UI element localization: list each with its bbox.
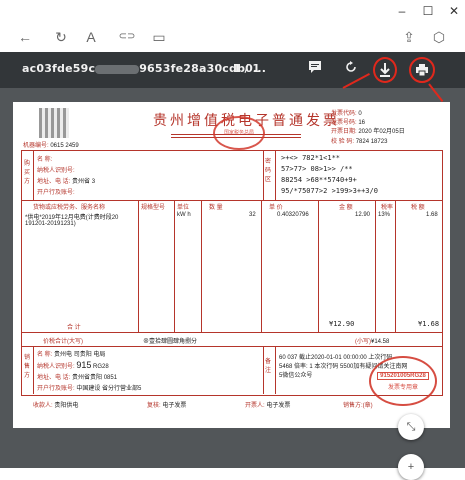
rule xyxy=(261,200,262,332)
cipher-line-3: 88254 >68**5740+9+ xyxy=(281,176,357,184)
rule xyxy=(318,200,319,332)
seller-address: 地址、电 话: 贵州省贵阳 0851 xyxy=(37,375,118,381)
col-unit-header: 单位 xyxy=(177,205,190,211)
cipher-label: 密码区 xyxy=(265,159,272,183)
redacted-file-part xyxy=(95,64,140,74)
seller-stamp: 915201005RG28 发票专用章 xyxy=(369,356,437,406)
col-price-header: 单 价 xyxy=(269,205,283,211)
rule xyxy=(174,200,175,332)
browser-toolbar: ← ↻ A ⊂⊃ ▭ ⇪ ⬡ xyxy=(0,22,465,52)
reviewer: 复核: 电子发票 xyxy=(147,403,187,409)
rule xyxy=(33,150,34,200)
minimize-button[interactable]: – xyxy=(392,2,412,20)
total-pages: 1 xyxy=(252,62,261,75)
rule xyxy=(21,200,442,201)
pdf-viewer: ac03fde59c 9653fe28a30cdb0... 1 / 1 贵州增值税… xyxy=(0,52,465,480)
rule xyxy=(275,346,276,394)
item-amount: 12.90 xyxy=(355,212,371,218)
back-icon[interactable]: ← xyxy=(16,28,34,46)
current-page[interactable]: 1 xyxy=(233,62,241,75)
page-indicator: 1 / 1 xyxy=(233,62,260,75)
total-amount: ¥12.90 xyxy=(329,320,355,328)
link-icon[interactable]: ⊂⊃ xyxy=(118,28,136,46)
print-icon[interactable] xyxy=(409,57,435,83)
col-item-header: 货物或应税劳务、服务名称 xyxy=(33,205,106,211)
total-label: 合 计 xyxy=(67,325,81,331)
extension-icon[interactable]: ⬡ xyxy=(430,28,448,46)
rotate-icon[interactable] xyxy=(341,59,361,79)
invoice-page: 贵州增值税电子普通发票 国家税务总局 机器编号: 0615 2459 发票代码:… xyxy=(13,102,450,428)
remark-line-1: 60 037 截止2020-01-01 00:00:00 上次行码 xyxy=(279,355,393,361)
zoom-in-button[interactable]: + xyxy=(398,454,424,480)
rule xyxy=(395,200,396,332)
comment-icon[interactable] xyxy=(305,59,325,79)
read-aloud-icon[interactable]: A xyxy=(82,28,100,46)
rule xyxy=(33,346,34,394)
buyer-tax-id: 纳税人识别号: xyxy=(37,168,75,174)
col-spec-header: 规格型号 xyxy=(141,205,166,211)
supervision-stamp: 国家税务总局 xyxy=(213,116,265,150)
page-separator: / xyxy=(244,62,249,75)
invoice-date: 开票日期: 2020 年02月05日 xyxy=(331,129,405,135)
file-name-start: ac03fde59c xyxy=(22,62,96,75)
rule xyxy=(263,346,264,394)
invoice-code: 发票代码: 0 xyxy=(331,111,362,117)
rule xyxy=(275,150,276,200)
pdf-toolbar: ac03fde59c 9653fe28a30cdb0... 1 / 1 xyxy=(0,52,465,88)
check-code: 校 验 码: 7824 18723 xyxy=(331,139,388,145)
rule xyxy=(21,332,442,333)
issuer: 开票人: 电子发票 xyxy=(245,403,291,409)
seller-tax-id: 纳税人识别号: 915 RG28 xyxy=(37,360,109,370)
remark-line-3: 5微信公众号 xyxy=(279,373,313,379)
item-rate: 13% xyxy=(378,212,391,218)
machine-number: 机器编号: 0615 2459 xyxy=(23,143,79,149)
grand-total-label: 价税合计(大写) xyxy=(43,339,83,345)
seller-name: 名 称: 贵州电 司贵阳 电局 xyxy=(37,352,106,358)
item-name-2: 191201-20191231) xyxy=(25,221,76,227)
invoice-number: 发票号码: 16 xyxy=(331,120,366,126)
rule xyxy=(21,346,442,347)
refresh-icon[interactable]: ↻ xyxy=(52,28,70,46)
share-icon[interactable]: ⇪ xyxy=(400,28,418,46)
close-button[interactable]: ✕ xyxy=(444,2,464,20)
buyer-name: 名 称: xyxy=(37,157,53,163)
fit-page-button[interactable]: ⤡ xyxy=(398,414,424,440)
rule xyxy=(375,200,376,332)
seller-label: 销售方 xyxy=(24,355,31,379)
seller-signature: 销售方:(章) xyxy=(343,403,373,409)
item-name-1: *供电*2019年12月电费(计费时段20 xyxy=(25,215,119,221)
buyer-label: 购买方 xyxy=(24,161,31,185)
rule xyxy=(201,200,202,332)
total-tax: ¥1.68 xyxy=(418,320,440,328)
seller-bank: 开户行及账号: 中国建设 省分行营业部5 xyxy=(37,386,142,392)
window-titlebar: – ☐ ✕ xyxy=(0,0,465,22)
rule xyxy=(263,150,264,200)
buyer-bank: 开户行及账号: xyxy=(37,190,75,196)
file-name: ac03fde59c 9653fe28a30cdb0... xyxy=(22,62,266,75)
maximize-button[interactable]: ☐ xyxy=(418,2,438,20)
download-icon[interactable] xyxy=(373,57,397,83)
cipher-line-1: >+<> 782*1<1** xyxy=(281,154,341,162)
cipher-line-4: 95/*75077>2 >199>3++3/0 xyxy=(281,187,378,195)
buyer-address: 地址、电 话: 贵州省 3 xyxy=(37,179,96,185)
rule xyxy=(138,200,139,332)
item-qty: 32 xyxy=(249,212,256,218)
payee: 收款人: 贵阳供电 xyxy=(33,403,79,409)
col-rate-header: 税率 xyxy=(381,205,394,211)
grand-total-words: ⊗壹拾肆圆肆角捌分 xyxy=(143,339,198,345)
item-tax: 1.68 xyxy=(426,212,438,218)
item-unit: kW h xyxy=(177,212,191,218)
col-tax-header: 税 额 xyxy=(411,205,425,211)
grand-total-small: (小写)¥14.58 xyxy=(355,339,390,345)
cipher-line-2: 57>77> 08>1>> /** xyxy=(281,165,353,173)
qr-code xyxy=(39,108,69,138)
remark-label: 备注 xyxy=(265,359,272,374)
col-amount-header: 金 额 xyxy=(339,205,353,211)
tab-icon[interactable]: ▭ xyxy=(150,28,168,46)
col-qty-header: 数 量 xyxy=(209,205,223,211)
item-price: 0.40320796 xyxy=(277,212,309,218)
